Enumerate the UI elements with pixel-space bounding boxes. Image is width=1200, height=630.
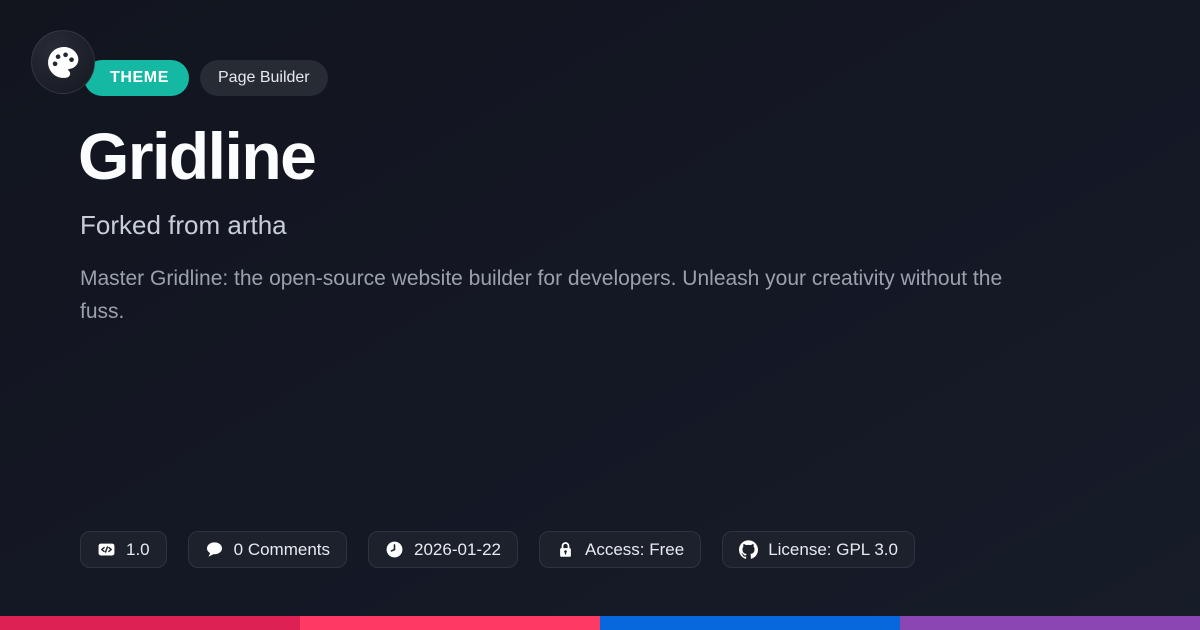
access-label: Access: Free bbox=[584, 539, 685, 559]
type-badge[interactable]: THEME bbox=[84, 60, 189, 96]
access-chip[interactable]: Access: Free bbox=[538, 531, 702, 568]
footer-color-stripe bbox=[0, 616, 1200, 630]
clock-icon bbox=[385, 540, 404, 559]
stripe-segment-pink bbox=[300, 616, 600, 630]
logo-badge bbox=[31, 30, 95, 94]
stripe-segment-blue bbox=[600, 616, 900, 630]
category-badge[interactable]: Page Builder bbox=[200, 60, 328, 96]
theme-card: THEME Page Builder Gridline Forked from … bbox=[0, 0, 1200, 630]
meta-badge-row: 1.0 0 Comments 2026-01-22 Access: Free L… bbox=[80, 531, 915, 568]
palette-icon bbox=[45, 44, 82, 81]
comment-icon bbox=[205, 540, 224, 559]
page-title: Gridline bbox=[78, 119, 317, 193]
date-chip[interactable]: 2026-01-22 bbox=[368, 531, 518, 568]
version-chip[interactable]: 1.0 bbox=[80, 531, 167, 568]
lock-icon bbox=[556, 540, 575, 559]
license-label: License: GPL 3.0 bbox=[768, 539, 898, 559]
code-window-icon bbox=[97, 540, 116, 559]
comments-label: 0 Comments bbox=[233, 539, 331, 559]
github-icon bbox=[739, 540, 759, 559]
description-text: Master Gridline: the open-source website… bbox=[80, 267, 1003, 323]
version-label: 1.0 bbox=[126, 539, 150, 559]
license-chip[interactable]: License: GPL 3.0 bbox=[722, 531, 915, 568]
comments-chip[interactable]: 0 Comments bbox=[187, 531, 348, 568]
stripe-segment-rose bbox=[0, 616, 300, 630]
fork-subtitle: Forked from artha bbox=[80, 210, 287, 240]
date-label: 2026-01-22 bbox=[414, 539, 501, 559]
stripe-segment-purple bbox=[900, 616, 1200, 630]
